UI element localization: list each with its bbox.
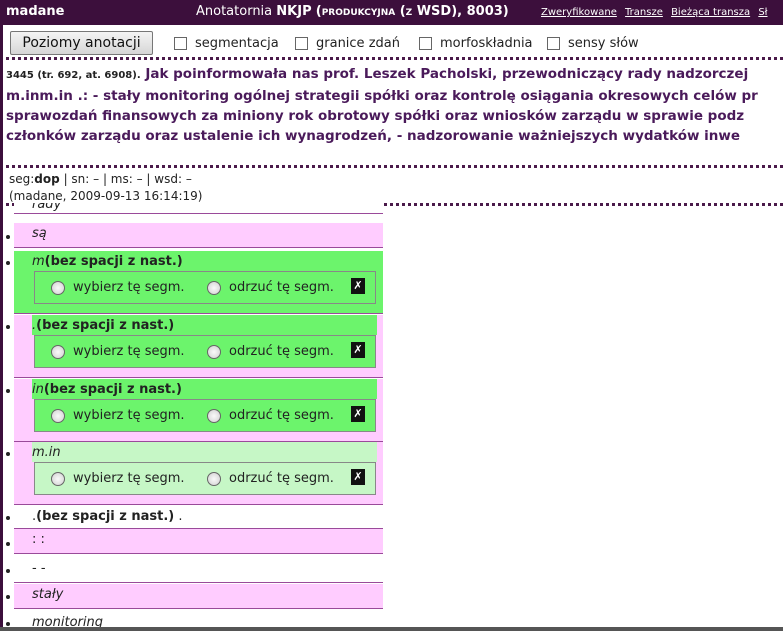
reject-segment-radio[interactable]: odrzuć tę segm.	[207, 344, 334, 359]
segment-options: wybierz tę segm. odrzuć tę segm. ✗	[34, 399, 376, 432]
list-item: rady	[14, 203, 383, 214]
bullet	[6, 261, 10, 265]
radio-icon[interactable]	[207, 471, 221, 486]
radio-icon[interactable]	[207, 408, 221, 423]
divider	[0, 57, 783, 60]
choose-segment-radio[interactable]: wybierz tę segm.	[51, 471, 185, 486]
bullet	[6, 516, 10, 520]
list-item: stały	[14, 584, 383, 609]
left-border	[0, 57, 3, 631]
choose-segment-radio[interactable]: wybierz tę segm.	[51, 344, 185, 359]
reject-segment-radio[interactable]: odrzuć tę segm.	[207, 408, 334, 423]
radio-icon[interactable]	[51, 280, 65, 295]
divider	[0, 165, 783, 168]
link-zweryfikowane[interactable]: Zweryfikowane	[541, 7, 617, 18]
bullet	[6, 569, 10, 573]
link-sl[interactable]: Sł	[758, 7, 767, 18]
radio-icon[interactable]	[207, 344, 221, 359]
bullet	[6, 452, 10, 456]
checkbox-icon[interactable]	[295, 37, 308, 50]
segment-options: wybierz tę segm. odrzuć tę segm. ✗	[34, 335, 376, 368]
list-item: .(bez spacji z nast.) .	[14, 506, 383, 529]
radio-icon[interactable]	[207, 280, 221, 295]
radio-icon[interactable]	[51, 344, 65, 359]
checkbox-segmentacja[interactable]: segmentacja	[174, 36, 279, 51]
app-title: Anotatornia NKJP (produkcyjna (z WSD), 8…	[196, 4, 509, 19]
segment-header	[32, 442, 377, 462]
link-transze[interactable]: Transze	[625, 7, 663, 18]
choose-segment-radio[interactable]: wybierz tę segm.	[51, 280, 185, 295]
checkbox-sensy-slow[interactable]: sensy słów	[547, 36, 639, 51]
checkbox-icon[interactable]	[547, 37, 560, 50]
bullet	[6, 595, 10, 599]
radio-icon[interactable]	[51, 408, 65, 423]
list-item: - -	[14, 558, 383, 583]
bottom-border	[0, 627, 783, 631]
checkbox-granice-zdan[interactable]: granice zdań	[295, 36, 400, 51]
checkbox-icon[interactable]	[419, 37, 432, 50]
choose-segment-radio[interactable]: wybierz tę segm.	[51, 408, 185, 423]
list-item: in(bez spacji z nast.) wybierz tę segm. …	[14, 379, 383, 442]
list-item: monitoring	[14, 612, 383, 628]
list-item: .(bez spacji z nast.) wybierz tę segm. o…	[14, 315, 383, 378]
list-item: : :	[14, 529, 383, 554]
annotation-levels-button[interactable]: Poziomy anotacji	[10, 31, 153, 55]
close-icon[interactable]: ✗	[351, 469, 365, 485]
segment-list: rady są m(bez spacji z nast.) wybierz tę…	[14, 203, 383, 628]
bullet	[6, 235, 10, 239]
nav-links: Zweryfikowane Transze Bieżąca transza Sł	[541, 7, 773, 18]
bullet	[6, 542, 10, 546]
list-item: m.in wybierz tę segm. odrzuć tę segm. ✗	[14, 442, 383, 505]
username: madane	[6, 4, 65, 19]
segment-options: wybierz tę segm. odrzuć tę segm. ✗	[34, 462, 376, 495]
checkbox-icon[interactable]	[174, 37, 187, 50]
close-icon[interactable]: ✗	[351, 406, 365, 422]
bullet	[6, 325, 10, 329]
bullet-column	[6, 0, 14, 631]
toolbar: Poziomy anotacji segmentacja granice zda…	[0, 25, 783, 57]
reject-segment-radio[interactable]: odrzuć tę segm.	[207, 471, 334, 486]
text-pane: 3445 (tr. 692, at. 6908). Jak poinformow…	[6, 66, 758, 144]
link-biezaca-transza[interactable]: Bieżąca transza	[671, 7, 750, 18]
list-item: m(bez spacji z nast.) wybierz tę segm. o…	[14, 251, 383, 314]
list-item: są	[14, 223, 383, 248]
reject-segment-radio[interactable]: odrzuć tę segm.	[207, 280, 334, 295]
close-icon[interactable]: ✗	[351, 342, 365, 358]
top-bar: madane Anotatornia NKJP (produkcyjna (z …	[0, 0, 783, 25]
checkbox-morfoskladnia[interactable]: morfoskładnia	[419, 36, 533, 51]
segment-options: wybierz tę segm. odrzuć tę segm. ✗	[34, 271, 376, 304]
radio-icon[interactable]	[51, 471, 65, 486]
text-ref: 3445 (tr. 692, at. 6908).	[6, 70, 141, 81]
segment-info: seg:dop | sn: – | ms: – | wsd: – (madane…	[9, 172, 203, 203]
close-icon[interactable]: ✗	[351, 278, 365, 294]
bullet	[6, 389, 10, 393]
bullet	[6, 622, 10, 626]
